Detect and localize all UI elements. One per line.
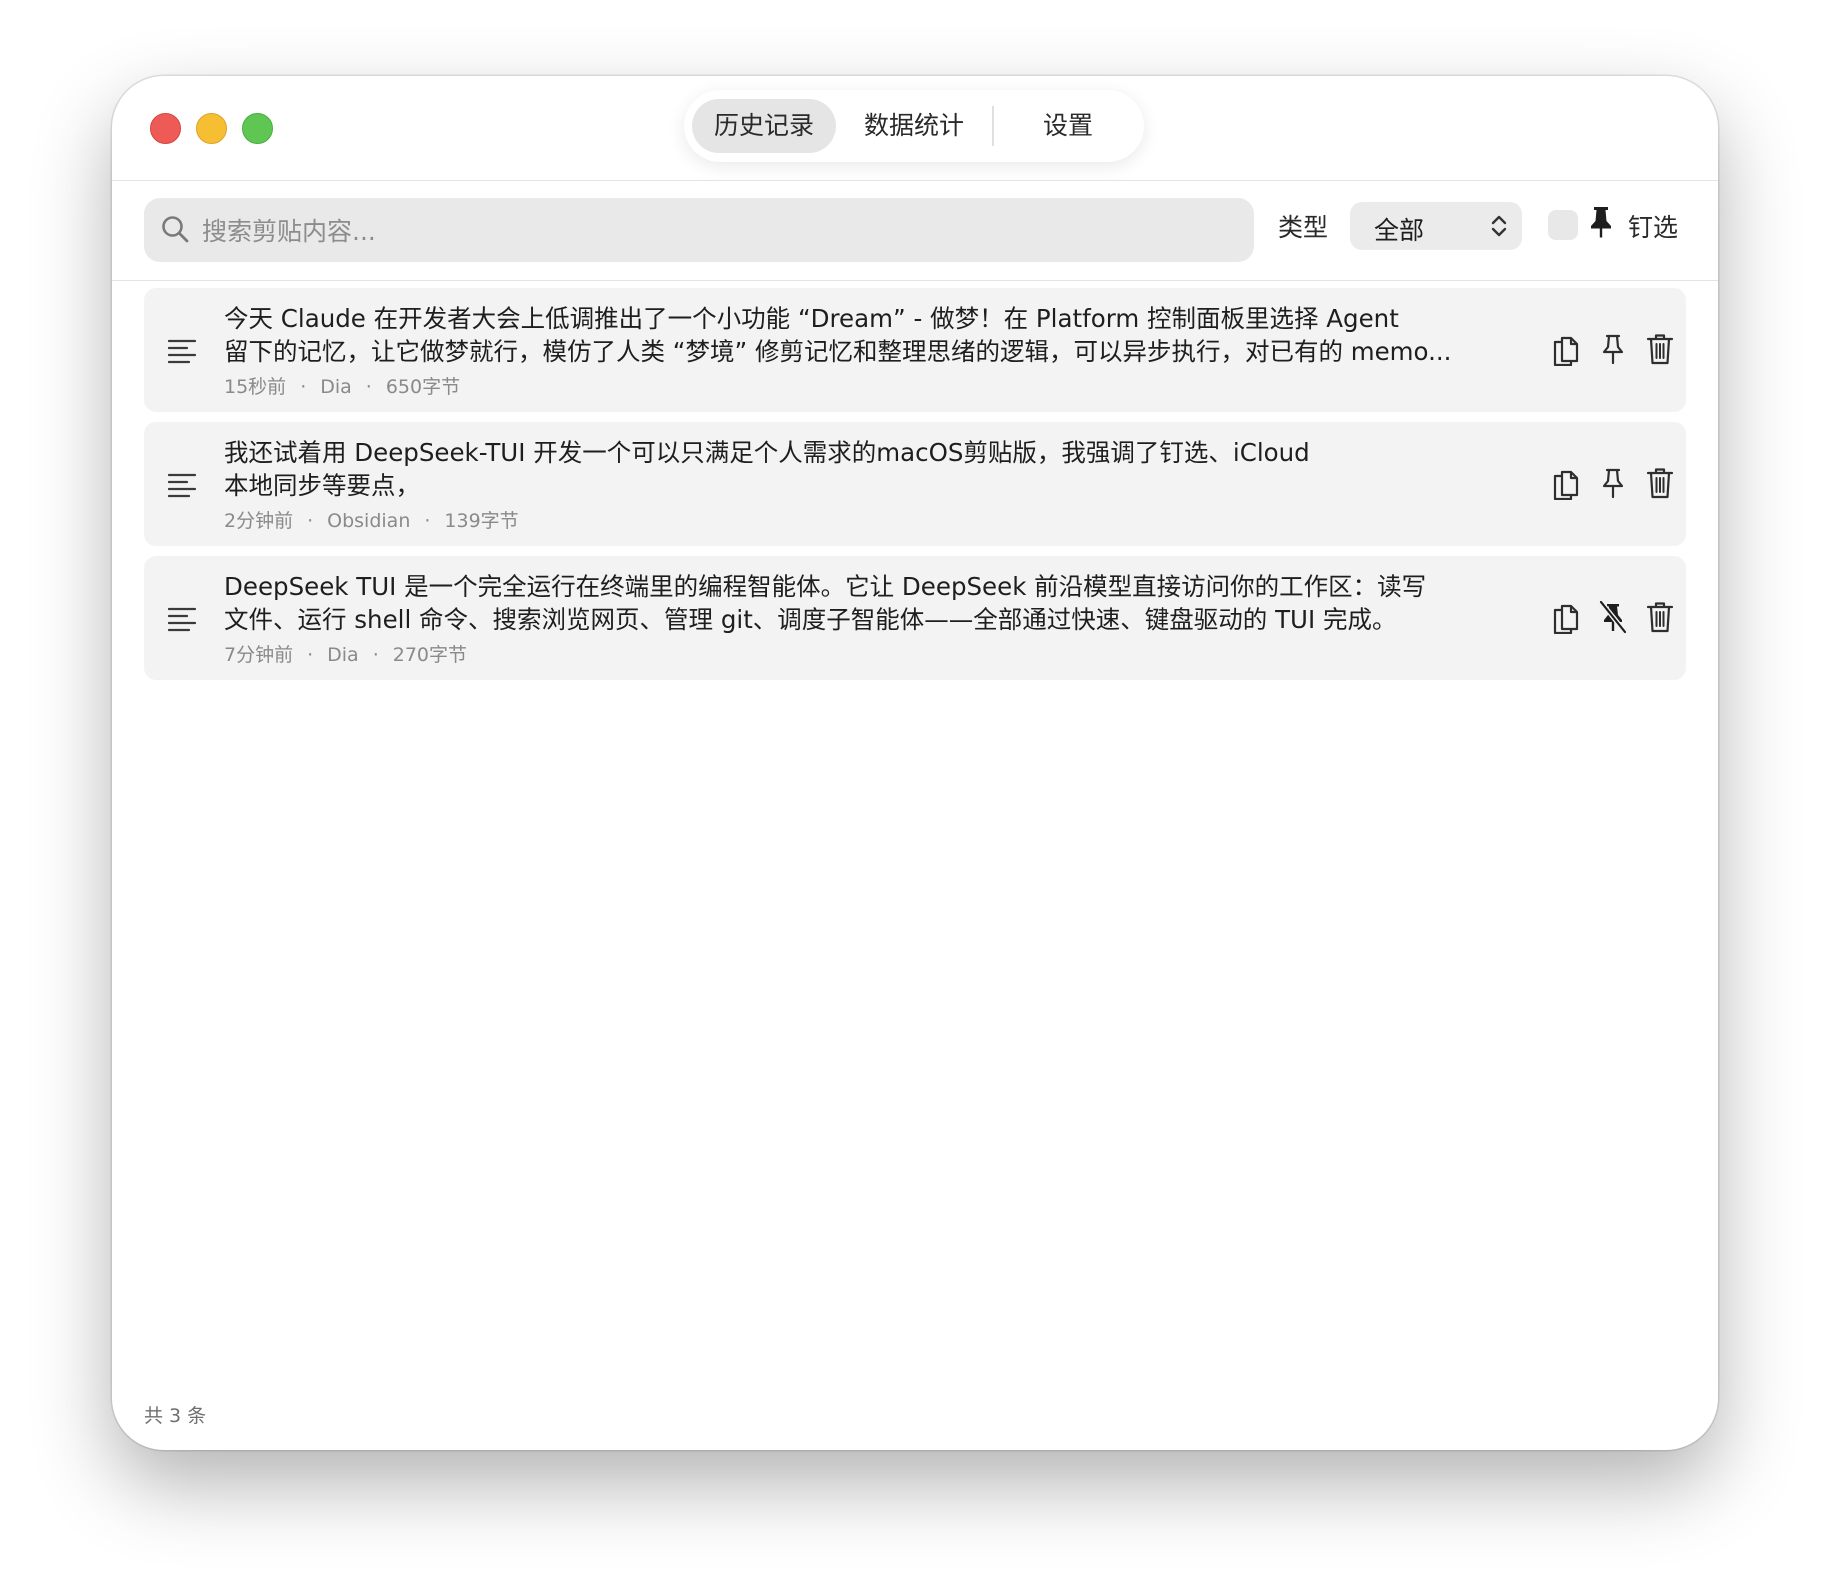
type-label: 类型 — [1278, 213, 1329, 242]
pin-filter-checkbox[interactable] — [1548, 210, 1578, 240]
item-meta: 7分钟前 · Dia · 270字节 — [224, 644, 468, 666]
item-size: 139字节 — [444, 510, 519, 532]
item-actions — [1540, 466, 1676, 502]
search-input[interactable] — [200, 208, 1244, 254]
item-source: Obsidian — [327, 510, 411, 532]
item-size: 650字节 — [385, 376, 461, 398]
text-lines-icon — [168, 473, 196, 498]
copy-icon[interactable] — [1550, 466, 1582, 500]
list-item[interactable]: DeepSeek TUI 是一个完全运行在终端里的编程智能体。它让 DeepSe… — [144, 556, 1686, 680]
pin-filter-label: 钉选 — [1628, 213, 1679, 242]
item-count: 共 3 条 — [144, 1405, 207, 1427]
trash-icon[interactable] — [1644, 466, 1676, 500]
toolbar: 类型 全部 钉选 — [112, 182, 1718, 281]
zoom-button[interactable] — [242, 113, 273, 144]
trash-icon[interactable] — [1644, 332, 1676, 366]
copy-icon[interactable] — [1550, 332, 1582, 366]
item-meta: 2分钟前 · Obsidian · 139字节 — [224, 510, 519, 532]
search-box[interactable] — [144, 198, 1254, 262]
pin-icon[interactable] — [1597, 332, 1629, 366]
item-size: 270字节 — [392, 644, 468, 666]
chevron-up-down-icon — [1491, 215, 1507, 237]
item-text: DeepSeek TUI 是一个完全运行在终端里的编程智能体。它让 DeepSe… — [224, 572, 1427, 634]
item-text: 我还试着用 DeepSeek-TUI 开发一个可以只满足个人需求的macOS剪贴… — [224, 438, 1310, 500]
item-time: 15秒前 — [224, 376, 287, 398]
list-item[interactable]: 今天 Claude 在开发者大会上低调推出了一个小功能 “Dream” - 做梦… — [144, 288, 1686, 412]
title-bar: 历史记录 数据统计 设置 — [112, 76, 1718, 181]
type-select-value: 全部 — [1374, 216, 1425, 245]
clipboard-list: 今天 Claude 在开发者大会上低调推出了一个小功能 “Dream” - 做梦… — [144, 288, 1686, 690]
item-actions — [1540, 600, 1676, 636]
item-text: 今天 Claude 在开发者大会上低调推出了一个小功能 “Dream” - 做梦… — [224, 304, 1452, 366]
text-lines-icon — [168, 339, 196, 364]
item-source: Dia — [320, 376, 352, 398]
item-time: 2分钟前 — [224, 510, 294, 532]
app-window: 历史记录 数据统计 设置 类型 全部 钉选 — [112, 76, 1718, 1450]
tab-stats[interactable]: 数据统计 — [844, 99, 984, 153]
tab-bar: 历史记录 数据统计 设置 — [684, 90, 1144, 162]
item-source: Dia — [327, 644, 359, 666]
minimize-button[interactable] — [196, 113, 227, 144]
tab-history[interactable]: 历史记录 — [692, 99, 836, 153]
copy-icon[interactable] — [1550, 600, 1582, 634]
pin-icon[interactable] — [1597, 466, 1629, 500]
search-icon — [162, 216, 189, 243]
tab-divider — [992, 106, 994, 146]
list-item[interactable]: 我还试着用 DeepSeek-TUI 开发一个可以只满足个人需求的macOS剪贴… — [144, 422, 1686, 546]
item-time: 7分钟前 — [224, 644, 294, 666]
pin-slash-icon[interactable] — [1597, 600, 1629, 634]
close-button[interactable] — [150, 113, 181, 144]
type-select[interactable]: 全部 — [1350, 202, 1522, 250]
pin-icon — [1591, 207, 1611, 238]
item-actions — [1540, 332, 1676, 368]
item-meta: 15秒前 · Dia · 650字节 — [224, 376, 461, 398]
text-lines-icon — [168, 607, 196, 632]
tab-settings[interactable]: 设置 — [1000, 99, 1136, 153]
trash-icon[interactable] — [1644, 600, 1676, 634]
